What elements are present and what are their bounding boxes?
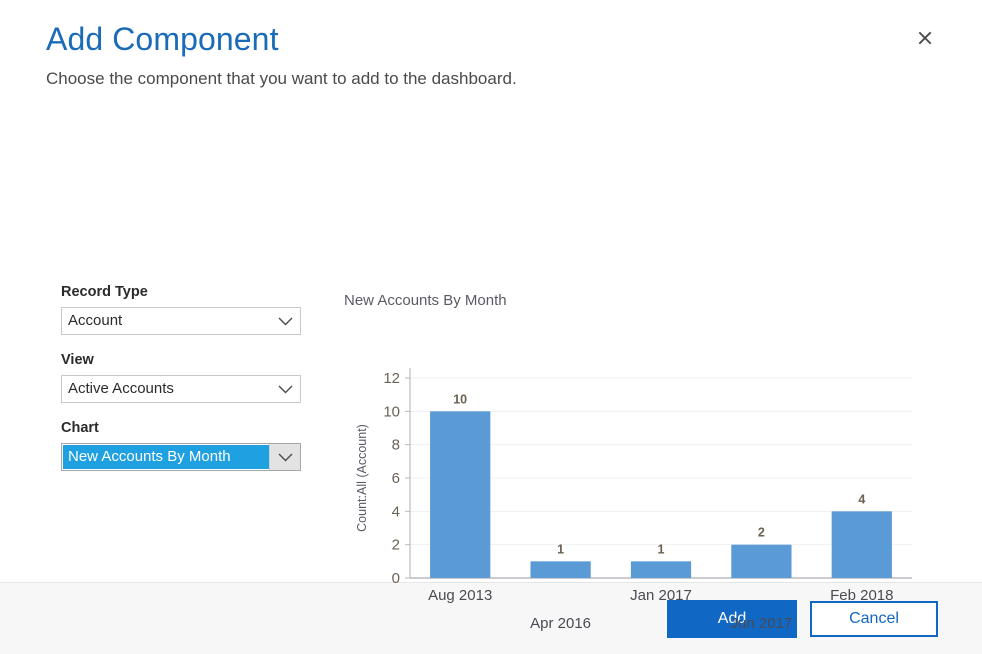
page-title: Add Component [46,18,936,60]
view-value: Active Accounts [62,376,270,402]
bar-chart-svg: 0 2 4 6 8 10 12 10 Aug 2013 1 Apr 2016 1 Jan 2017 2 Ju… [344,320,924,640]
chevron-down-icon [269,444,300,470]
component-form: Record Type Account View Active Accounts [61,282,307,486]
bar[interactable] [530,561,590,578]
chart-preview: New Accounts By Month 02468101210Aug 201… [344,290,924,640]
bar[interactable] [631,561,691,578]
x-axis-category-label: Apr 2016 [530,615,591,632]
dialog-body: Record Type Account View Active Accounts [0,92,982,582]
view-select[interactable]: Active Accounts [61,375,301,403]
x-axis-category-label: Jan 2017 [630,587,692,604]
chart-field-group: Chart New Accounts By Month [61,418,307,471]
record-type-value: Account [62,308,270,334]
y-axis-title: Count:All (Account) [355,424,369,532]
y-axis-tick-label: 12 [383,370,400,387]
x-axis-category-label: Feb 2018 [830,587,893,604]
chevron-down-icon [270,376,300,402]
view-field-group: View Active Accounts [61,350,307,403]
bar[interactable] [430,411,490,578]
y-axis-tick-label: 10 [383,403,400,420]
y-axis-tick-label: 4 [392,503,400,520]
x-axis-category-label: Aug 2013 [428,587,492,604]
chevron-down-icon [270,308,300,334]
dialog-subtitle: Choose the component that you want to ad… [46,66,936,92]
bar[interactable] [731,545,791,578]
bar[interactable] [832,511,892,578]
bar-data-label: 4 [858,492,865,506]
record-type-label: Record Type [61,282,307,302]
chart-value: New Accounts By Month [63,445,269,469]
bar-data-label: 10 [453,392,467,406]
view-label: View [61,350,307,370]
record-type-field-group: Record Type Account [61,282,307,335]
chart-canvas: 0 2 4 6 8 10 12 10 Aug 2013 1 Apr 2016 1 Jan 2017 2 Ju… [344,320,924,640]
dialog-header: Add Component Choose the component that … [0,0,982,92]
y-axis-tick-label: 2 [392,537,400,554]
chart-title: New Accounts By Month [344,290,924,312]
add-component-dialog: Add Component Choose the component that … [0,0,982,654]
y-axis-tick-label: 8 [392,437,400,454]
y-axis-tick-label: 6 [392,470,400,487]
close-button[interactable] [912,26,938,52]
bar-data-label: 1 [557,542,564,556]
x-axis-category-label: Jun 2017 [731,615,793,632]
y-axis-tick-label: 0 [392,570,400,587]
bar-data-label: 2 [758,526,765,540]
record-type-select[interactable]: Account [61,307,301,335]
bar-data-label: 1 [658,542,665,556]
chart-select[interactable]: New Accounts By Month [61,443,301,471]
close-icon [917,30,933,48]
chart-label: Chart [61,418,307,438]
